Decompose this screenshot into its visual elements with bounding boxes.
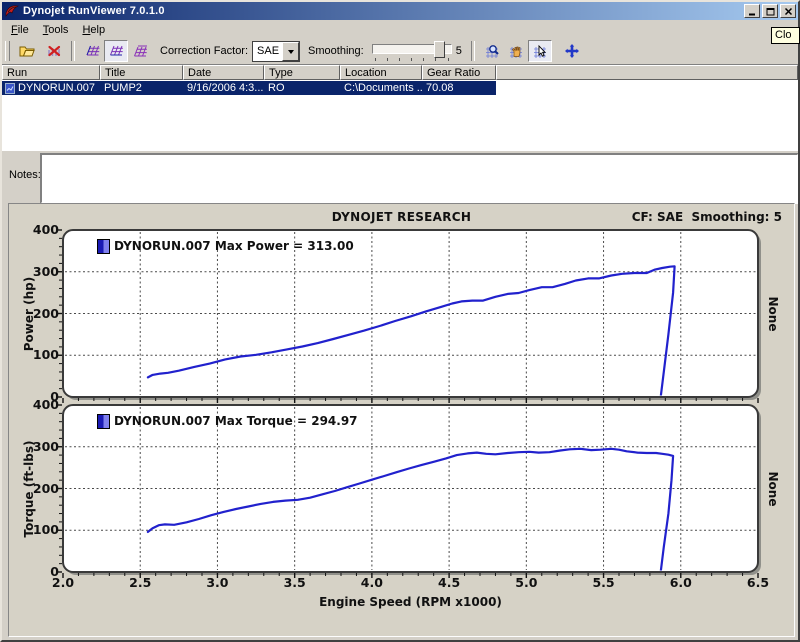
title-cell: PUMP2 (100, 82, 183, 94)
chart-panel: DYNOJET RESEARCH CF: SAE Smoothing: 5 DY… (8, 203, 795, 637)
menu-file[interactable]: File (4, 22, 36, 38)
torque-legend-swatch (97, 414, 110, 429)
pan-tool-button[interactable] (504, 40, 528, 62)
date-cell: 9/16/2006 4:3... (183, 82, 264, 94)
maximize-icon (766, 7, 775, 16)
correction-factor-select[interactable]: SAE (252, 41, 300, 62)
column-header-title[interactable]: Title (100, 65, 183, 80)
toolbar-separator (71, 41, 75, 61)
run-list-header: Run Title Date Type Location Gear Ratio (2, 65, 798, 80)
gear-ratio-cell: 70.08 (422, 82, 496, 94)
location-cell: C:\Documents ... (340, 82, 422, 94)
chevron-down-icon (288, 50, 294, 57)
title-bar[interactable]: Dynojet RunViewer 7.0.1.0 (2, 2, 798, 20)
torque-legend-text: DYNORUN.007 Max Torque = 294.97 (114, 414, 358, 428)
power-axis-title: Power (hp) (22, 244, 36, 384)
window-title: Dynojet RunViewer 7.0.1.0 (23, 5, 165, 17)
run-file-icon (5, 83, 15, 94)
smoothing-label: Smoothing: (308, 45, 364, 57)
move-cross-icon (564, 43, 580, 59)
torque-plot-area[interactable] (63, 405, 758, 572)
menu-bar: File Tools Help (2, 21, 798, 38)
graph-icon (84, 43, 100, 59)
zoom-chart-icon (484, 43, 500, 59)
torque-legend: DYNORUN.007 Max Torque = 294.97 (97, 413, 358, 429)
close-icon (784, 7, 793, 16)
run-name: DYNORUN.007 (18, 82, 95, 94)
power-right-label: None (766, 244, 780, 384)
type-cell: RO (264, 82, 340, 94)
slider-thumb[interactable] (434, 41, 445, 58)
menu-tools[interactable]: Tools (36, 22, 76, 38)
correction-factor-value: SAE (253, 45, 282, 57)
app-window: Dynojet RunViewer 7.0.1.0 File Tools Hel… (0, 0, 800, 642)
torque-axis-title: Torque (ft-lbs) (22, 419, 36, 559)
run-cell: DYNORUN.007 (2, 82, 100, 94)
toolbar-separator (471, 41, 475, 61)
graph-multi-button[interactable] (128, 40, 152, 62)
column-header-location[interactable]: Location (340, 65, 422, 80)
notes-input[interactable] (40, 153, 799, 204)
open-folder-icon (19, 43, 35, 59)
x-axis-title: Engine Speed (RPM x1000) (63, 595, 758, 609)
toolbar: Correction Factor: SAE Smoothing: 5 (2, 38, 798, 65)
power-legend-text: DYNORUN.007 Max Power = 313.00 (114, 239, 354, 253)
column-header-gear-ratio[interactable]: Gear Ratio (422, 65, 496, 80)
delete-run-button[interactable] (42, 40, 66, 62)
delete-run-icon (46, 43, 62, 59)
minimize-icon (748, 7, 757, 16)
toolbar-gripper[interactable] (5, 41, 10, 61)
torque-right-label: None (766, 419, 780, 559)
maximize-button[interactable] (762, 4, 778, 18)
graph-multi-icon (132, 43, 148, 59)
column-header-run[interactable]: Run (2, 65, 100, 80)
notes-label: Notes: (9, 169, 41, 181)
graph-single-button[interactable] (80, 40, 104, 62)
correction-factor-label: Correction Factor: (160, 45, 248, 57)
cursor-chart-icon (532, 43, 548, 59)
graph-overlay-button[interactable] (104, 40, 128, 62)
run-row[interactable]: DYNORUN.007 PUMP2 9/16/2006 4:3... RO C:… (2, 81, 496, 95)
minimize-button[interactable] (744, 4, 760, 18)
power-legend-swatch (97, 239, 110, 254)
combo-dropdown-button[interactable] (282, 42, 299, 61)
run-list: Run Title Date Type Location Gear Ratio … (2, 64, 798, 151)
power-plot-area[interactable] (63, 230, 758, 397)
column-header-filler (496, 65, 798, 80)
close-tooltip: Clo (771, 27, 800, 44)
graph-overlay-icon (108, 43, 124, 59)
slider-ticks (375, 58, 449, 61)
column-header-type[interactable]: Type (264, 65, 340, 80)
open-run-button[interactable] (15, 40, 39, 62)
smoothing-slider[interactable] (372, 40, 452, 62)
pan-hand-icon (508, 43, 524, 59)
column-header-date[interactable]: Date (183, 65, 264, 80)
menu-help[interactable]: Help (75, 22, 112, 38)
power-legend: DYNORUN.007 Max Power = 313.00 (97, 238, 354, 254)
close-button[interactable] (780, 4, 796, 18)
zoom-tool-button[interactable] (480, 40, 504, 62)
app-icon (5, 4, 19, 18)
move-tool-button[interactable] (560, 40, 584, 62)
smoothing-value: 5 (456, 45, 462, 57)
select-tool-button[interactable] (528, 40, 552, 62)
